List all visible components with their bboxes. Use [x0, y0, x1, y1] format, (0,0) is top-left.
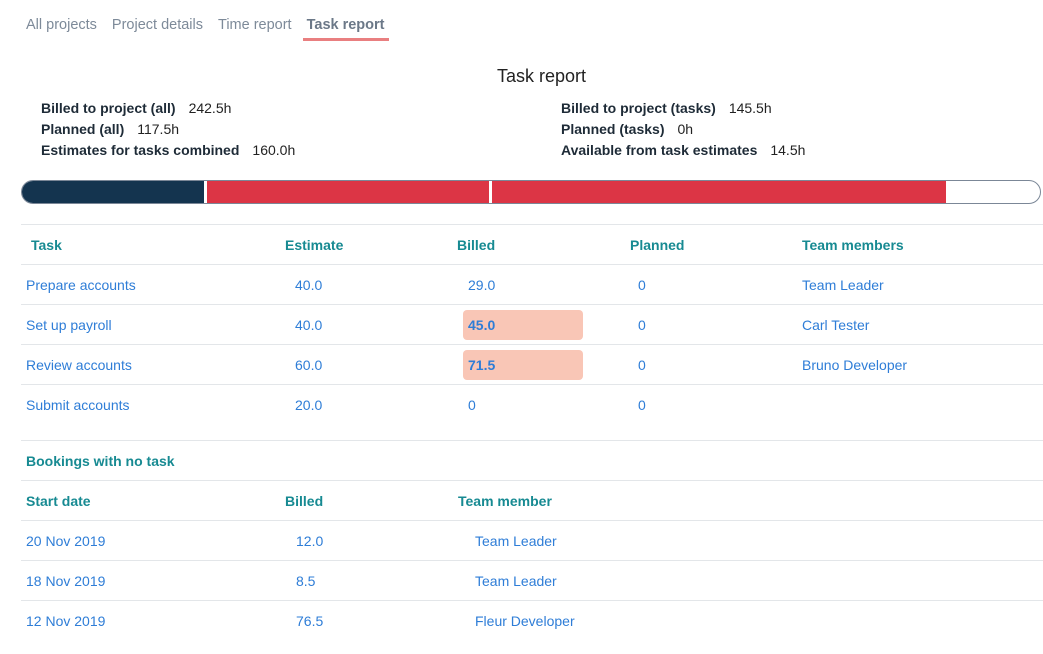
- task-billed: 71.5: [463, 349, 583, 380]
- tab-project-details[interactable]: Project details: [112, 17, 203, 41]
- task-link[interactable]: Prepare accounts: [26, 277, 136, 293]
- task-billed: 0: [468, 396, 476, 413]
- tasks-table: Task Estimate Billed Planned Team member…: [21, 224, 1043, 425]
- booking-date-link[interactable]: 20 Nov 2019: [26, 533, 105, 549]
- summary-value: 0h: [677, 121, 694, 137]
- progress-segment-red: [205, 181, 947, 203]
- header-planned[interactable]: Planned: [630, 224, 802, 265]
- summary-value: 117.5h: [137, 121, 180, 137]
- task-estimate: 20.0: [285, 384, 457, 425]
- booking-row: 18 Nov 2019 8.5 Team Leader: [21, 560, 1043, 601]
- summary-label: Billed to project (all): [41, 100, 176, 116]
- progress-divider: [204, 181, 208, 203]
- summary-label: Estimates for tasks combined: [41, 142, 240, 158]
- page-title: Task report: [496, 66, 587, 86]
- task-billed: 45.0: [463, 309, 583, 340]
- summary-label: Planned (all): [41, 121, 125, 137]
- team-member-link[interactable]: Team Leader: [475, 533, 557, 549]
- summary-label: Billed to project (tasks): [561, 100, 716, 116]
- progress-divider: [489, 181, 493, 203]
- hours-progress-bar: [21, 180, 1041, 204]
- header-team-member[interactable]: Team member: [458, 480, 1043, 521]
- summary-left: Billed to project (all) 242.5h Planned (a…: [41, 98, 295, 161]
- booking-billed: 8.5: [285, 560, 458, 601]
- booking-billed: 12.0: [285, 520, 458, 561]
- summary-item: Billed to project (tasks) 145.5h: [561, 98, 805, 119]
- bookings-title: Bookings with no task: [21, 440, 1043, 481]
- summary-label: Planned (tasks): [561, 121, 665, 137]
- summary-value: 160.0h: [252, 142, 296, 158]
- bookings-header-row: Start date Billed Team member: [21, 480, 1043, 521]
- bookings-title-row: Bookings with no task: [21, 440, 1043, 481]
- team-member-link[interactable]: Fleur Developer: [475, 613, 575, 629]
- task-planned: 0: [630, 304, 802, 345]
- summary-value: 14.5h: [770, 142, 806, 158]
- progress-segment-dark: [22, 181, 206, 203]
- summary-value: 242.5h: [188, 100, 232, 116]
- booking-date-link[interactable]: 12 Nov 2019: [26, 613, 105, 629]
- header-start-date[interactable]: Start date: [21, 480, 285, 521]
- summary-item: Planned (tasks) 0h: [561, 119, 805, 140]
- booking-row: 20 Nov 2019 12.0 Team Leader: [21, 520, 1043, 561]
- task-planned: 0: [630, 264, 802, 305]
- header-billed[interactable]: Billed: [285, 480, 458, 521]
- team-member-link[interactable]: Carl Tester: [802, 317, 869, 333]
- task-billed: 29.0: [468, 276, 496, 293]
- tasks-header-row: Task Estimate Billed Planned Team member…: [21, 224, 1043, 265]
- booking-billed: 76.5: [285, 600, 458, 641]
- header-billed[interactable]: Billed: [457, 224, 630, 265]
- header-task[interactable]: Task: [21, 224, 285, 265]
- task-row: Set up payroll 40.0 45.0 0 Carl Tester: [21, 304, 1043, 345]
- task-link[interactable]: Set up payroll: [26, 317, 112, 333]
- task-planned: 0: [630, 344, 802, 385]
- summary-right: Billed to project (tasks) 145.5h Planned …: [561, 98, 805, 161]
- task-link[interactable]: Submit accounts: [26, 397, 130, 413]
- summary-label: Available from task estimates: [561, 142, 758, 158]
- task-planned: 0: [630, 384, 802, 425]
- booking-row: 12 Nov 2019 76.5 Fleur Developer: [21, 600, 1043, 641]
- task-estimate: 40.0: [285, 264, 457, 305]
- bookings-table: Bookings with no task Start date Billed …: [21, 440, 1043, 641]
- task-estimate: 40.0: [285, 304, 457, 345]
- summary-item: Billed to project (all) 242.5h: [41, 98, 295, 119]
- task-row: Submit accounts 20.0 0 0: [21, 384, 1043, 425]
- team-member-link[interactable]: Team Leader: [475, 573, 557, 589]
- team-member-link[interactable]: Bruno Developer: [802, 357, 907, 373]
- tab-all-projects[interactable]: All projects: [26, 17, 97, 41]
- task-row: Review accounts 60.0 71.5 0 Bruno Developer: [21, 344, 1043, 385]
- task-link[interactable]: Review accounts: [26, 357, 132, 373]
- tab-time-report[interactable]: Time report: [218, 17, 292, 41]
- header-estimate[interactable]: Estimate: [285, 224, 457, 265]
- task-row: Prepare accounts 40.0 29.0 0 Team Leader: [21, 264, 1043, 305]
- booking-date-link[interactable]: 18 Nov 2019: [26, 573, 105, 589]
- summary-item: Available from task estimates 14.5h: [561, 140, 805, 161]
- tab-bar: All projects Project details Time report…: [26, 17, 404, 41]
- summary-item: Estimates for tasks combined 160.0h: [41, 140, 295, 161]
- summary-item: Planned (all) 117.5h: [41, 119, 295, 140]
- header-team-members[interactable]: Team members: [802, 224, 1043, 265]
- summary-value: 145.5h: [728, 100, 772, 116]
- task-estimate: 60.0: [285, 344, 457, 385]
- tab-task-report[interactable]: Task report: [302, 17, 389, 41]
- team-member-link[interactable]: Team Leader: [802, 277, 884, 293]
